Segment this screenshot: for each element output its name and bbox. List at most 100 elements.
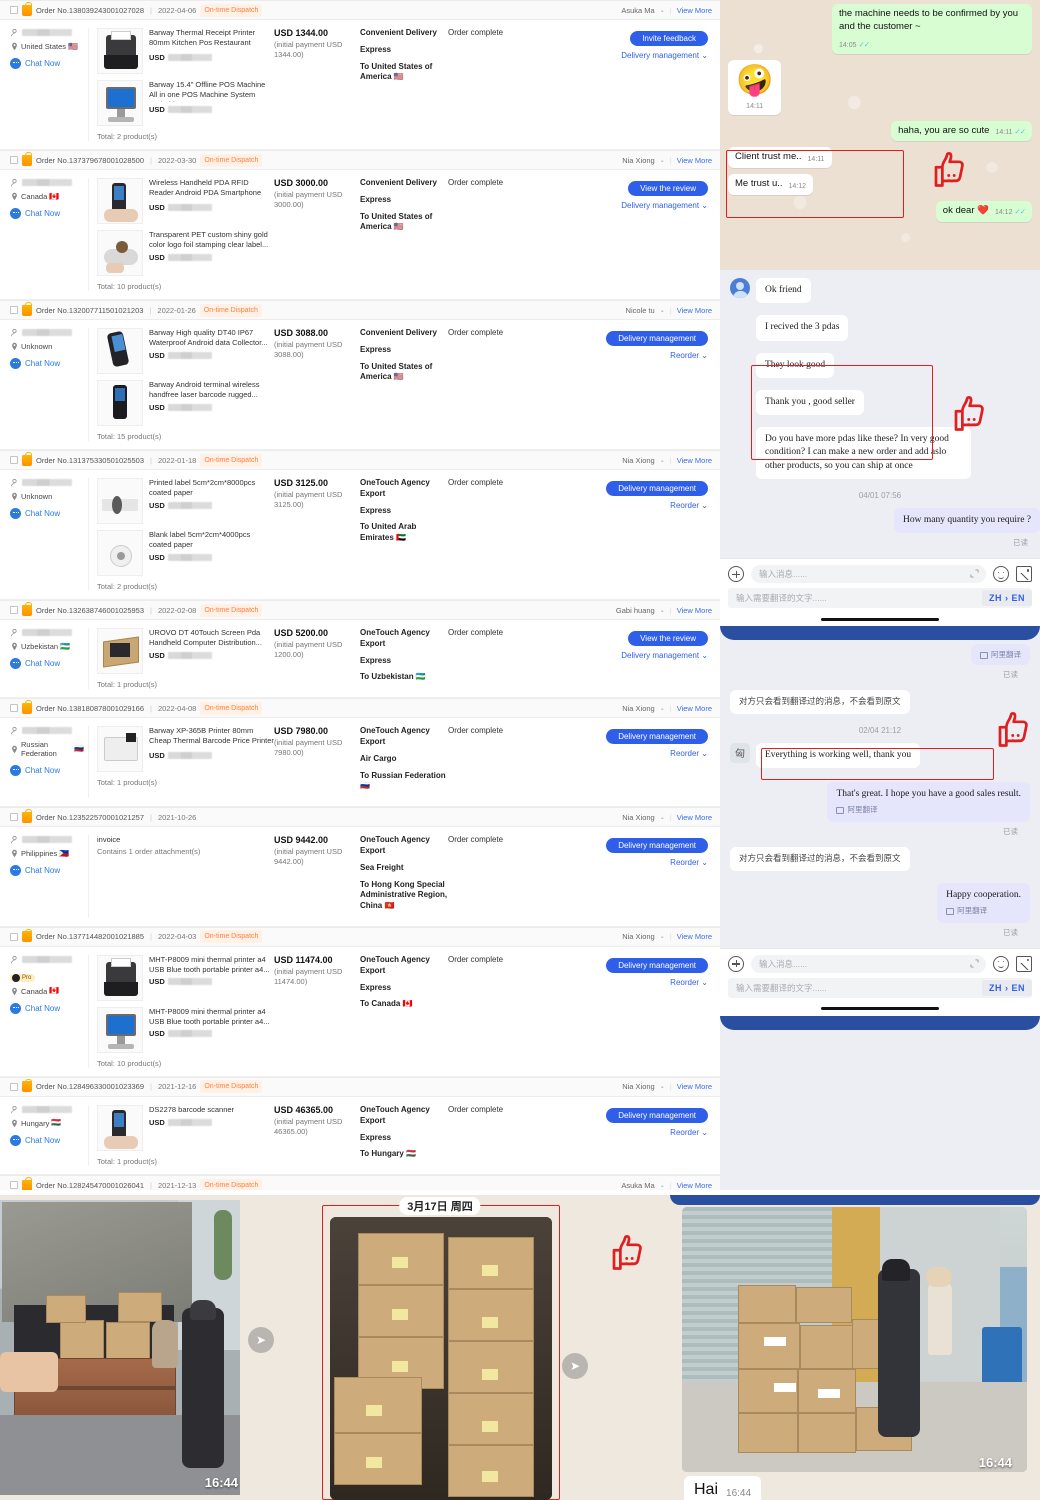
order-item[interactable]: Barway Thermal Receipt Printer 80mm Kitc… (97, 28, 274, 74)
product-thumbnail[interactable] (97, 1006, 143, 1053)
expand-icon[interactable] (970, 958, 979, 968)
emoji-icon[interactable] (993, 955, 1009, 972)
order-secondary-action[interactable]: Reorder ⌄ (568, 978, 708, 987)
product-thumbnail[interactable] (97, 230, 143, 276)
chat1-translate-row[interactable]: 输入需要翻译的文字...... ZH › EN (728, 588, 1032, 609)
order-item[interactable]: Barway 15.4" Offline POS Machine All in … (97, 80, 274, 126)
product-thumbnail[interactable] (97, 478, 143, 524)
chevron-down-icon[interactable]: ⌄ (660, 457, 665, 464)
order-checkbox[interactable] (10, 156, 18, 164)
order-primary-action[interactable]: Delivery management (606, 729, 708, 745)
chevron-down-icon[interactable]: ⌄ (660, 307, 665, 314)
product-thumbnail[interactable] (97, 380, 143, 426)
chevron-down-icon[interactable]: ⌄ (660, 933, 665, 940)
order-checkbox[interactable] (10, 704, 18, 713)
product-title[interactable]: Printed label 5cm*2cm*8000pcs coated pap… (149, 478, 274, 498)
order-primary-action[interactable]: Delivery management (606, 1107, 708, 1123)
product-thumbnail[interactable] (97, 628, 143, 674)
photo-cell-shopfront[interactable]: 16:44 Hai 16:44 (670, 1195, 1040, 1500)
order-checkbox[interactable] (10, 1082, 18, 1091)
order-contact[interactable]: Nia Xiong (622, 456, 655, 465)
add-attachment-icon[interactable] (728, 566, 744, 583)
order-secondary-action[interactable]: Delivery management ⌄ (568, 201, 708, 210)
product-thumbnail[interactable] (97, 328, 143, 374)
order-item[interactable]: invoice Contains 1 order attachment(s) (97, 835, 274, 856)
product-title[interactable]: Barway High quality DT40 IP67 Waterproof… (149, 328, 274, 348)
order-item[interactable]: Wireless Handheld PDA RFID Reader Androi… (97, 178, 274, 224)
order-contact[interactable]: Asuka Ma (621, 1181, 654, 1190)
chat-now-button[interactable]: Chat Now (10, 508, 84, 519)
product-thumbnail[interactable] (97, 28, 143, 74)
chevron-down-icon[interactable]: ⌄ (660, 1083, 665, 1090)
order-checkbox[interactable] (10, 6, 18, 14)
product-title[interactable]: MHT-P8009 mini thermal printer a4 USB Bl… (149, 1007, 274, 1027)
chat-now-button[interactable]: Chat Now (10, 208, 84, 219)
product-title[interactable]: invoice (97, 835, 274, 845)
image-icon[interactable] (1016, 566, 1032, 583)
product-thumbnail[interactable] (97, 1104, 143, 1151)
product-title[interactable]: Wireless Handheld PDA RFID Reader Androi… (149, 178, 274, 200)
view-more-link[interactable]: View More (677, 6, 712, 15)
chevron-down-icon[interactable]: ⌄ (660, 7, 665, 14)
order-secondary-action[interactable]: Reorder ⌄ (568, 351, 708, 360)
product-thumbnail[interactable] (97, 530, 143, 576)
chat2-translate-row[interactable]: 输入需要翻译的文字...... ZH › EN (728, 977, 1032, 998)
order-item[interactable]: Transparent PET custom shiny gold color … (97, 230, 274, 276)
order-checkbox[interactable] (10, 306, 18, 314)
order-item[interactable]: Barway XP-365B Printer 80mm Cheap Therma… (97, 726, 274, 773)
view-more-link[interactable]: View More (677, 306, 712, 315)
order-contact[interactable]: Gabi huang (616, 606, 655, 615)
product-title[interactable]: Blank label 5cm*2cm*4000pcs coated paper (149, 530, 274, 550)
order-contact[interactable]: Nicole tu (626, 306, 655, 315)
chat1-message-input[interactable]: 输入消息...... (751, 565, 986, 584)
order-primary-action[interactable]: Delivery management (606, 481, 708, 496)
order-primary-action[interactable]: View the review (628, 181, 708, 196)
order-primary-action[interactable]: Delivery management (606, 331, 708, 346)
forward-button[interactable]: ➤ (562, 1353, 588, 1379)
chevron-down-icon[interactable]: ⌄ (660, 814, 665, 821)
order-contact[interactable]: Nia Xiong (622, 1082, 655, 1091)
product-title[interactable]: UROVO DT 40Touch Screen Pda Handheld Com… (149, 628, 274, 648)
chat-now-button[interactable]: Chat Now (10, 1134, 84, 1146)
chevron-down-icon[interactable]: ⌄ (660, 157, 665, 164)
product-thumbnail[interactable] (97, 178, 143, 224)
order-item[interactable]: DS2278 barcode scanner USD (97, 1104, 274, 1151)
order-item[interactable]: UROVO DT 40Touch Screen Pda Handheld Com… (97, 628, 274, 674)
order-primary-action[interactable]: Delivery management (606, 957, 708, 973)
chat-now-button[interactable]: Chat Now (10, 765, 84, 777)
view-more-link[interactable]: View More (677, 456, 712, 465)
order-primary-action[interactable]: View the review (628, 631, 708, 646)
order-secondary-action[interactable]: Reorder ⌄ (568, 749, 708, 758)
view-more-link[interactable]: View More (677, 932, 712, 941)
order-primary-action[interactable]: Delivery management (606, 838, 708, 854)
order-item[interactable]: MHT-P8009 mini thermal printer a4 USB Bl… (97, 1006, 274, 1053)
product-thumbnail[interactable] (97, 954, 143, 1001)
chat-now-button[interactable]: Chat Now (10, 358, 84, 369)
chevron-down-icon[interactable]: ⌄ (660, 705, 665, 712)
order-item[interactable]: Printed label 5cm*2cm*8000pcs coated pap… (97, 478, 274, 524)
photo-cell-boxes[interactable]: 3月17日 周四 ➤ (310, 1195, 670, 1500)
chat2-lang-toggle[interactable]: ZH › EN (982, 979, 1032, 996)
photo-cell-truck[interactable]: ➤ 16:44 (0, 1195, 310, 1500)
order-secondary-action[interactable]: Delivery management ⌄ (568, 651, 708, 660)
order-checkbox[interactable] (10, 1181, 18, 1190)
order-item[interactable]: Blank label 5cm*2cm*4000pcs coated paper… (97, 530, 274, 576)
order-contact[interactable]: Nia Xiong (622, 704, 655, 713)
order-item[interactable]: Barway High quality DT40 IP67 Waterproof… (97, 328, 274, 374)
order-secondary-action[interactable]: Reorder ⌄ (568, 501, 708, 510)
view-more-link[interactable]: View More (677, 1181, 712, 1190)
chat-now-button[interactable]: Chat Now (10, 658, 84, 669)
expand-icon[interactable] (970, 569, 979, 578)
chat-now-button[interactable]: Chat Now (10, 58, 84, 69)
order-secondary-action[interactable]: Delivery management ⌄ (568, 51, 708, 60)
product-title[interactable]: Barway XP-365B Printer 80mm Cheap Therma… (149, 726, 274, 748)
emoji-icon[interactable] (993, 566, 1009, 583)
view-more-link[interactable]: View More (677, 813, 712, 822)
chat2-message-input[interactable]: 输入消息...... (751, 954, 986, 973)
order-checkbox[interactable] (10, 606, 18, 614)
add-attachment-icon[interactable] (728, 955, 744, 972)
product-title[interactable]: DS2278 barcode scanner (149, 1105, 274, 1115)
product-title[interactable]: Transparent PET custom shiny gold color … (149, 230, 274, 250)
forward-button[interactable]: ➤ (248, 1327, 274, 1353)
order-primary-action[interactable]: Invite feedback (630, 31, 708, 46)
